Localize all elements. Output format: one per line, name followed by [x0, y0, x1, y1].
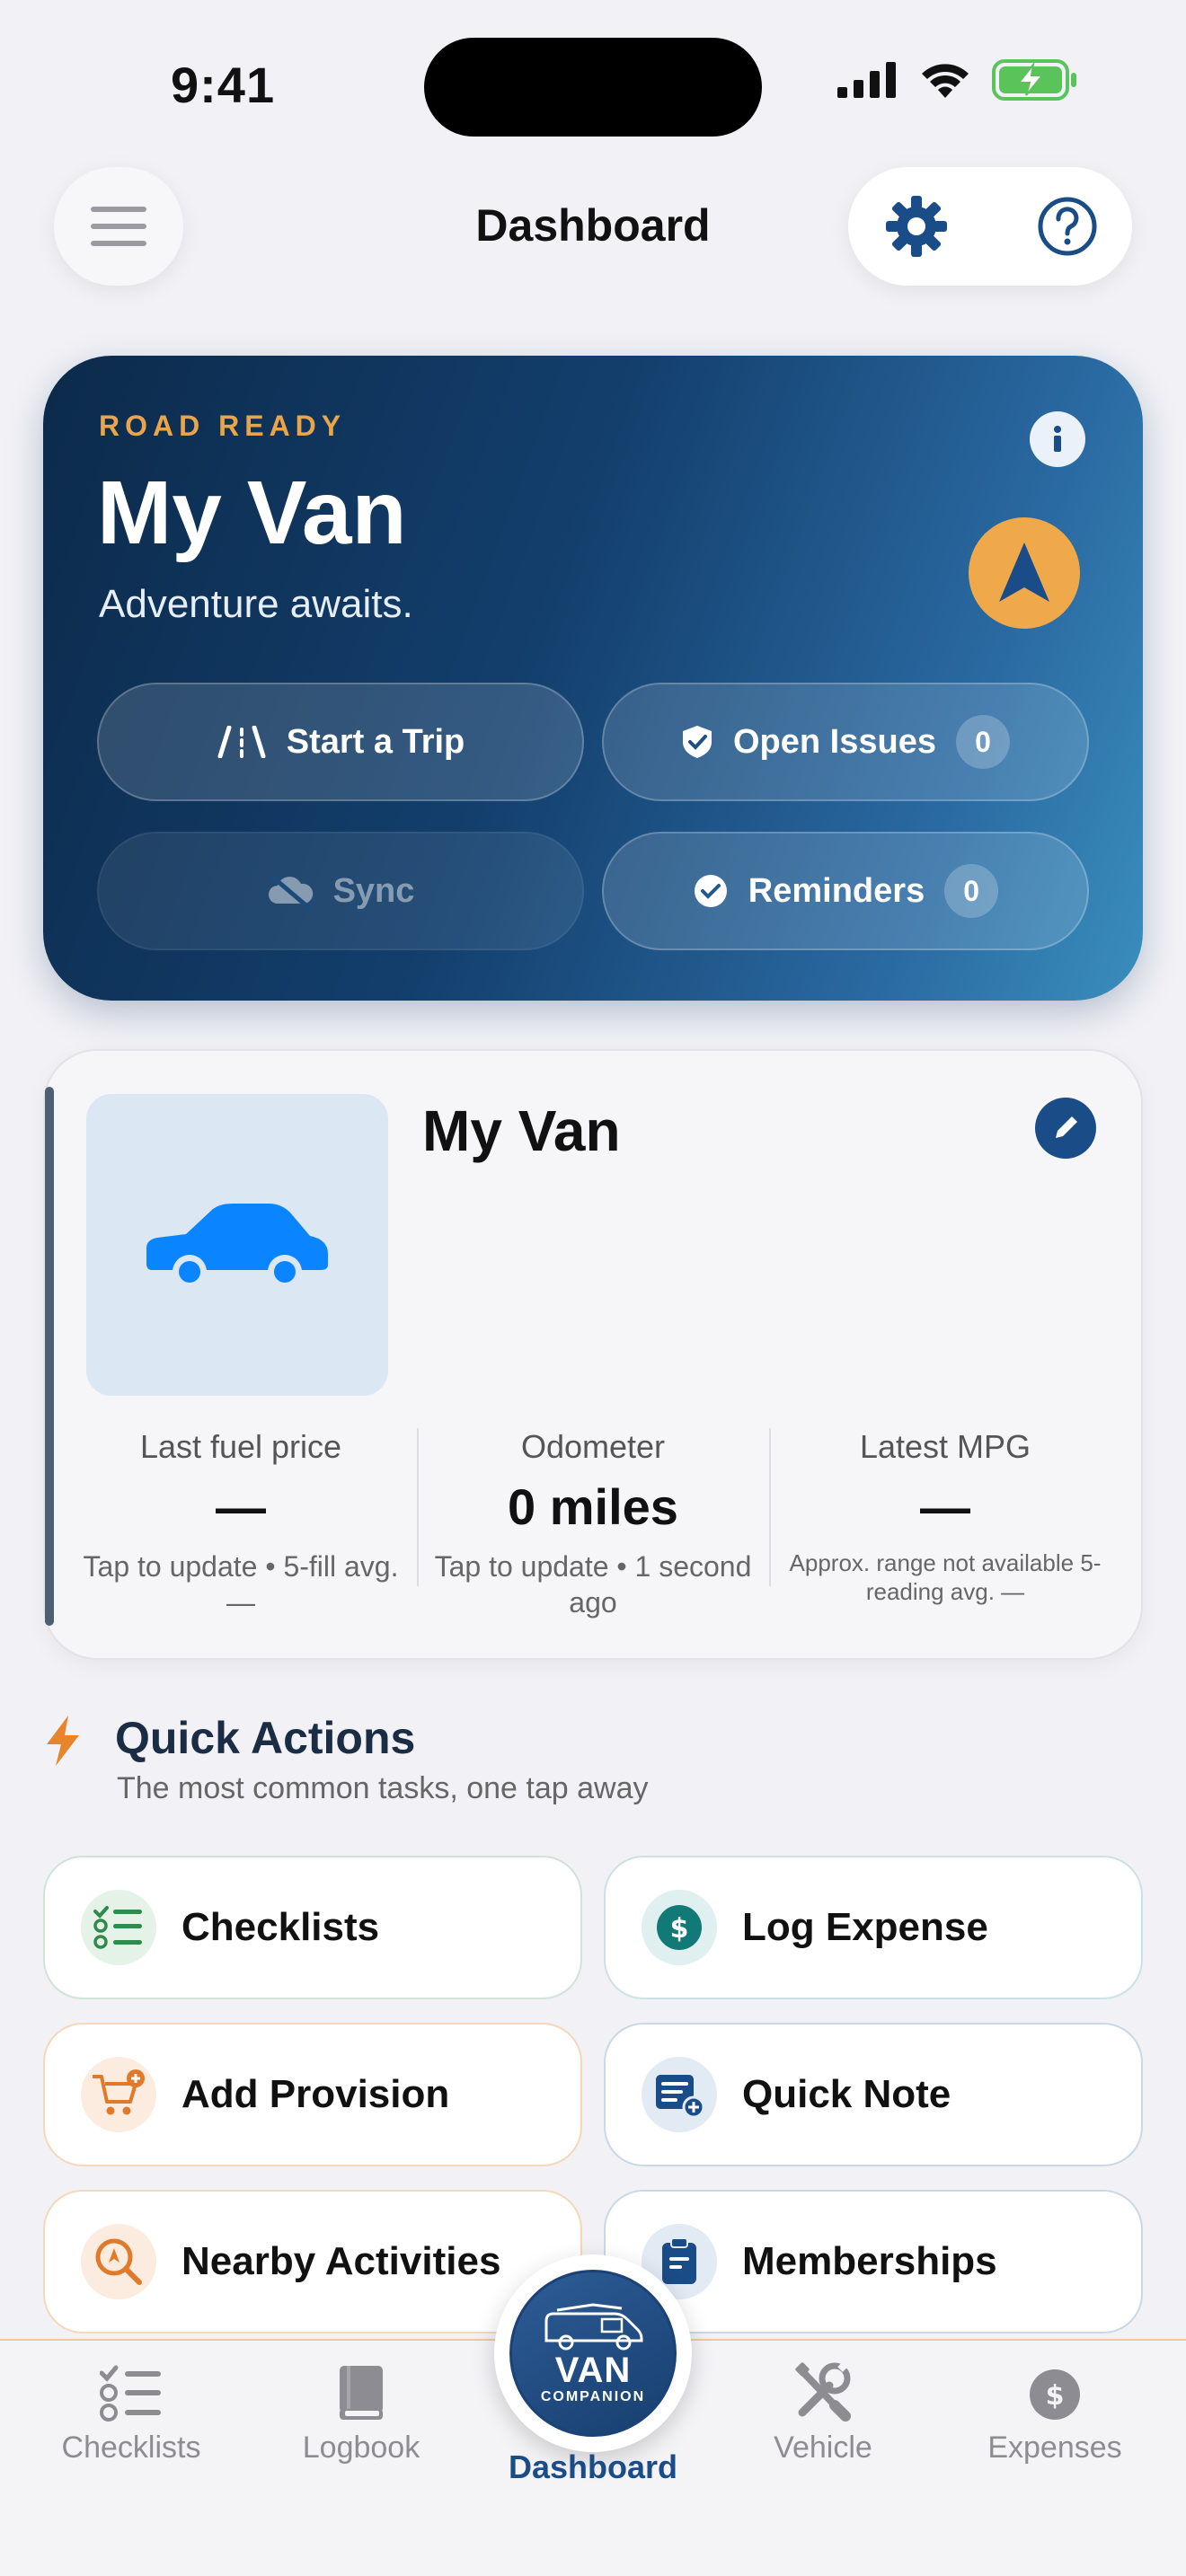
- stat-note: Tap to update • 5-fill avg. —: [83, 1550, 399, 1619]
- van-icon: [544, 2303, 643, 2351]
- check-circle-icon: [694, 875, 727, 907]
- question-circle-icon: [1038, 197, 1097, 256]
- quick-actions-title: Quick Actions: [115, 1713, 416, 1763]
- status-bar: 9:41: [0, 0, 1186, 153]
- van-companion-logo: VAN COMPANION: [504, 2264, 682, 2442]
- open-issues-button[interactable]: Open Issues 0: [602, 683, 1089, 801]
- signal-icon: [837, 62, 896, 98]
- wifi-icon: [922, 64, 969, 98]
- book-icon: [340, 2366, 383, 2420]
- compass-search-icon: [81, 2224, 156, 2299]
- stat-fuel-price[interactable]: Last fuel price — Tap to update • 5-fill…: [65, 1428, 417, 1620]
- nearby-activities-action[interactable]: Nearby Activities: [43, 2190, 582, 2333]
- stat-label: Latest MPG: [859, 1428, 1031, 1465]
- hero-title: My Van: [97, 463, 407, 563]
- pencil-icon: [1056, 1116, 1077, 1138]
- checklist-icon: [81, 1890, 156, 1965]
- checklist-icon: [100, 2365, 161, 2422]
- stat-note: Tap to update • 1 second ago: [434, 1550, 752, 1619]
- stat-odometer[interactable]: Odometer 0 miles Tap to update • 1 secon…: [417, 1428, 769, 1620]
- tab-vehicle[interactable]: Vehicle: [724, 2342, 922, 2466]
- help-button[interactable]: [1033, 192, 1102, 260]
- tab-checklists[interactable]: Checklists: [32, 2342, 230, 2466]
- open-issues-count: 0: [955, 715, 1010, 769]
- navigate-button[interactable]: [969, 517, 1080, 629]
- tab-dashboard[interactable]: VAN COMPANION: [494, 2254, 692, 2452]
- quick-note-action[interactable]: Quick Note: [604, 2023, 1143, 2166]
- start-trip-button[interactable]: Start a Trip: [97, 683, 584, 801]
- quick-actions-subtitle: The most common tasks, one tap away: [117, 1771, 649, 1805]
- add-provision-action[interactable]: Add Provision: [43, 2023, 582, 2166]
- reminders-label: Reminders: [748, 871, 925, 910]
- sync-button[interactable]: Sync: [97, 832, 584, 950]
- action-label: Quick Note: [742, 2072, 951, 2116]
- status-icons: [837, 59, 1078, 101]
- stat-label: Odometer: [520, 1428, 666, 1465]
- bolt-icon: [47, 1716, 79, 1766]
- edit-vehicle-button[interactable]: [1035, 1098, 1096, 1159]
- status-time: 9:41: [171, 57, 276, 113]
- action-label: Checklists: [181, 1905, 380, 1949]
- vehicle-name: My Van: [422, 1098, 621, 1163]
- sync-label: Sync: [332, 871, 415, 910]
- dollar-icon: $: [642, 1890, 717, 1965]
- svg-text:$: $: [1046, 2380, 1065, 2412]
- reminders-button[interactable]: Reminders 0: [602, 832, 1089, 950]
- vehicle-card[interactable]: My Van Last fuel price — Tap to update •…: [43, 1049, 1143, 1660]
- reminders-count: 0: [944, 864, 999, 918]
- header-actions: [848, 167, 1132, 286]
- action-label: Nearby Activities: [181, 2239, 501, 2283]
- open-issues-label: Open Issues: [733, 722, 936, 761]
- dynamic-island: [424, 38, 762, 137]
- tab-label-dashboard: Dashboard: [508, 2448, 678, 2485]
- log-expense-action[interactable]: $ Log Expense: [604, 1856, 1143, 1999]
- vehicle-photo[interactable]: [86, 1094, 388, 1396]
- hero-subtitle: Adventure awaits.: [99, 582, 413, 626]
- stat-note: Approx. range not available 5-reading av…: [789, 1549, 1102, 1605]
- tab-expenses[interactable]: $ Expenses: [956, 2342, 1154, 2466]
- navigation-arrow-icon: [999, 543, 1049, 602]
- cloud-off-icon: [268, 874, 313, 909]
- note-add-icon: [642, 2057, 717, 2132]
- start-trip-label: Start a Trip: [286, 722, 465, 761]
- stat-value: 0 miles: [508, 1478, 678, 1535]
- battery-charging-icon: [992, 59, 1076, 101]
- stat-value: —: [216, 1478, 266, 1535]
- wrench-screwdriver-icon: [795, 2362, 851, 2422]
- action-label: Log Expense: [742, 1905, 988, 1949]
- vehicle-accent-bar: [45, 1087, 54, 1626]
- settings-button[interactable]: [882, 192, 951, 260]
- stat-mpg[interactable]: Latest MPG — Approx. range not available…: [769, 1428, 1121, 1606]
- tab-logbook[interactable]: Logbook: [262, 2342, 460, 2466]
- car-icon: [146, 1204, 328, 1289]
- hero-eyebrow: ROAD READY: [99, 410, 347, 442]
- hero-card: ROAD READY My Van Adventure awaits. Star…: [43, 356, 1143, 1001]
- logo-word-van: VAN: [554, 2351, 632, 2390]
- info-button[interactable]: [1030, 411, 1085, 467]
- road-icon: [217, 726, 266, 758]
- stat-label: Last fuel price: [139, 1428, 342, 1465]
- cart-add-icon: [81, 2057, 156, 2132]
- info-icon: [1054, 426, 1061, 452]
- checklists-action[interactable]: Checklists: [43, 1856, 582, 1999]
- shield-check-icon: [683, 726, 712, 758]
- logo-word-companion: COMPANION: [540, 2389, 646, 2404]
- stat-value: —: [920, 1478, 970, 1535]
- memberships-action[interactable]: Memberships: [604, 2190, 1143, 2333]
- svg-text:$: $: [670, 1913, 689, 1945]
- action-label: Add Provision: [181, 2072, 450, 2116]
- dollar-circle-icon: $: [1030, 2369, 1080, 2420]
- action-label: Memberships: [742, 2239, 997, 2283]
- gear-icon: [886, 196, 947, 257]
